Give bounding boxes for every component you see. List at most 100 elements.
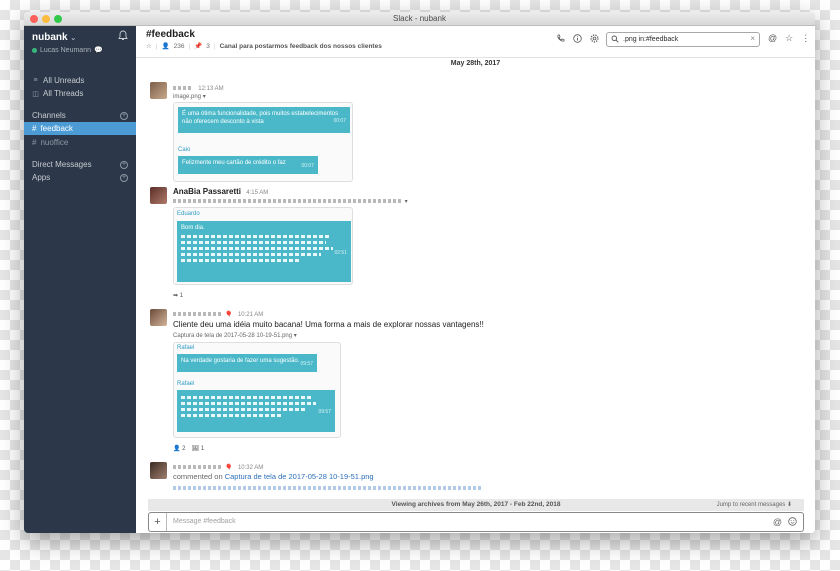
redacted-file-name[interactable]: ▾ xyxy=(173,198,408,205)
pin-icon[interactable]: 📌 xyxy=(194,42,202,50)
message-header: 12:13 AM xyxy=(173,83,224,92)
caret-down-icon: ▾ xyxy=(293,333,297,339)
sender-name[interactable]: AnaBia Passaretti xyxy=(173,187,241,196)
apps-heading[interactable]: Apps xyxy=(32,173,50,182)
redacted-text xyxy=(181,402,316,405)
message-time[interactable]: 10:21 AM xyxy=(238,312,263,318)
redacted-text xyxy=(181,408,306,411)
chat-bubble: Bom dia. 02:51 xyxy=(177,221,351,282)
redacted-text xyxy=(181,414,281,417)
zoom-window-button[interactable] xyxy=(54,15,62,23)
date-label: May 28th, 2017 xyxy=(444,60,507,67)
message-time[interactable]: 12:13 AM xyxy=(198,86,223,92)
user-name: Lucas Neumann xyxy=(40,46,91,54)
caret-down-icon: ▾ xyxy=(202,94,206,100)
bubble-time: 00:07 xyxy=(333,118,346,124)
message-header: 🎈 10:21 AM xyxy=(173,309,263,318)
starred-icon[interactable]: ☆ xyxy=(785,33,793,44)
star-icon[interactable]: ☆ xyxy=(146,42,152,50)
channels-heading[interactable]: Channels xyxy=(32,111,66,120)
channel-title[interactable]: #feedback xyxy=(146,29,195,40)
bubble-time: 09:57 xyxy=(300,361,313,367)
hash-icon: # xyxy=(32,124,37,133)
minimize-window-button[interactable] xyxy=(42,15,50,23)
chat-bubble: Felizmente meu cartão de crédito o faz 0… xyxy=(178,156,318,174)
emoji-icon[interactable] xyxy=(788,517,797,528)
redacted-name xyxy=(173,85,193,90)
member-count[interactable]: 236 xyxy=(174,43,185,50)
reaction[interactable]: 🖼 1 xyxy=(191,445,204,452)
file-name[interactable]: image.png ▾ xyxy=(173,93,206,100)
redacted-text xyxy=(181,259,301,262)
avatar[interactable] xyxy=(150,462,167,479)
comment-line: commented on Captura de tela de 2017-05-… xyxy=(173,472,374,481)
gear-icon[interactable] xyxy=(590,34,599,45)
mention-icon[interactable]: @ xyxy=(773,517,782,528)
sidebar-item-label: All Threads xyxy=(43,89,84,98)
jump-to-recent-link[interactable]: Jump to recent messages ⬇ xyxy=(717,501,792,508)
more-icon[interactable]: ⋮ xyxy=(801,33,810,44)
reaction[interactable]: 👤 2 xyxy=(173,445,185,452)
sidebar-item-all-unreads[interactable]: ≡ All Unreads xyxy=(32,76,84,85)
mentions-icon[interactable]: @ xyxy=(768,33,777,44)
file-label: image.png xyxy=(173,94,202,100)
sidebar-item-feedback[interactable]: # feedback xyxy=(32,124,73,133)
message-time[interactable]: 4:15 AM xyxy=(246,190,268,196)
bell-icon[interactable] xyxy=(118,30,128,44)
bubble-sender: Caio xyxy=(178,147,191,153)
image-attachment[interactable]: Rafael Na verdade gostaria de fazer uma … xyxy=(173,342,341,438)
add-channel-icon[interactable]: + xyxy=(120,112,128,120)
reaction-emoji-icon: ➡ 1 xyxy=(173,293,184,299)
add-app-icon[interactable]: + xyxy=(120,174,128,182)
bubble-text: Bom dia. xyxy=(181,225,205,231)
status-bubble-icon: 💬 xyxy=(93,47,103,54)
redacted-text xyxy=(181,235,331,238)
redacted-text xyxy=(173,199,403,204)
message-time[interactable]: 10:32 AM xyxy=(238,465,263,471)
direct-messages-heading[interactable]: Direct Messages xyxy=(32,160,92,169)
close-window-button[interactable] xyxy=(30,15,38,23)
bubble-sender: Rafael xyxy=(177,345,195,351)
message-input[interactable]: Message #feedback xyxy=(173,518,236,525)
archive-text: Viewing archives from May 26th, 2017 - F… xyxy=(391,501,561,508)
reaction-count: 1 xyxy=(200,446,205,452)
search-input[interactable]: .png in:#feedback × xyxy=(606,32,760,47)
workspace-switcher[interactable]: nubank ⌄ xyxy=(32,32,76,43)
avatar[interactable] xyxy=(150,187,167,204)
file-name[interactable]: Captura de tela de 2017-05-28 10-19-51.p… xyxy=(173,332,297,339)
reactions: 👤 2 🖼 1 xyxy=(173,445,204,452)
pin-count[interactable]: 3 xyxy=(206,43,210,50)
redacted-text xyxy=(181,253,321,256)
info-icon[interactable] xyxy=(573,34,582,45)
list-icon: ≡ xyxy=(33,77,38,84)
clear-search-icon[interactable]: × xyxy=(750,34,755,43)
members-icon[interactable]: 👤 xyxy=(162,42,170,50)
current-user[interactable]: Lucas Neumann 💬 xyxy=(32,46,103,54)
sidebar-item-all-threads[interactable]: ◫ All Threads xyxy=(32,89,83,98)
image-attachment[interactable]: É uma ótima funcionalidade, pois muitos … xyxy=(173,102,353,182)
redacted-text xyxy=(181,396,311,399)
channel-view: #feedback ☆ | 👤 236 | 📌 3 | Canal para p… xyxy=(136,26,815,533)
sidebar-item-nuoffice[interactable]: # nuoffice xyxy=(32,138,68,147)
redacted-text xyxy=(173,486,483,491)
image-attachment[interactable]: Eduardo Bom dia. 02:51 xyxy=(173,207,353,285)
redacted-name xyxy=(173,464,223,469)
chat-bubble: É uma ótima funcionalidade, pois muitos … xyxy=(178,107,350,133)
channel-purpose: Canal para postarmos feedback dos nossos… xyxy=(219,42,382,50)
file-link[interactable]: Captura de tela de 2017-05-28 10-19-51.p… xyxy=(225,472,374,481)
avatar[interactable] xyxy=(150,309,167,326)
add-attachment-button[interactable]: + xyxy=(149,513,167,531)
composer-actions: @ xyxy=(773,517,797,528)
arrow-down-icon: ⬇ xyxy=(786,502,792,508)
reaction[interactable]: ➡ 1 xyxy=(173,292,183,299)
presence-icon xyxy=(32,47,37,53)
avatar[interactable] xyxy=(150,82,167,99)
comment-prefix: commented on xyxy=(173,472,223,481)
bubble-sender: Eduardo xyxy=(177,211,200,217)
add-dm-icon[interactable]: + xyxy=(120,161,128,169)
message-composer: + Message #feedback @ xyxy=(148,512,804,532)
reaction-count: 1 xyxy=(179,293,184,299)
threads-icon: ◫ xyxy=(32,90,39,98)
sidebar: nubank ⌄ Lucas Neumann 💬 ≡ All Unreads ◫… xyxy=(24,26,136,533)
phone-icon[interactable] xyxy=(556,34,565,45)
